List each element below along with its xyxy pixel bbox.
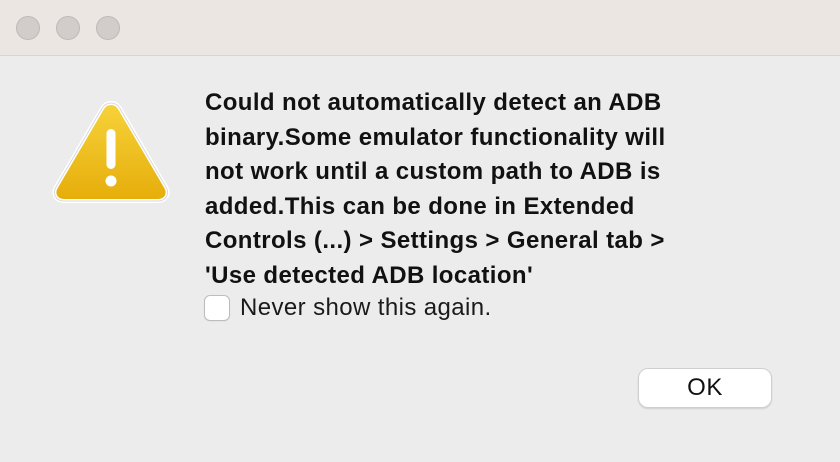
title-bar [0, 0, 840, 56]
dialog-message: Could not automatically detect an ADB bi… [205, 89, 666, 289]
never-show-again-label[interactable]: Never show this again. [240, 294, 492, 322]
never-show-again-option[interactable]: Never show this again. [204, 292, 492, 324]
ok-button[interactable]: OK [638, 368, 772, 408]
warning-icon [52, 101, 170, 203]
minimize-window-button[interactable] [56, 16, 80, 40]
dialog-window: Could not automatically detect an ADB bi… [0, 0, 840, 462]
close-window-button[interactable] [16, 16, 40, 40]
never-show-again-checkbox[interactable] [204, 295, 230, 321]
zoom-window-button[interactable] [96, 16, 120, 40]
dialog-content: Could not automatically detect an ADB bi… [0, 57, 840, 462]
